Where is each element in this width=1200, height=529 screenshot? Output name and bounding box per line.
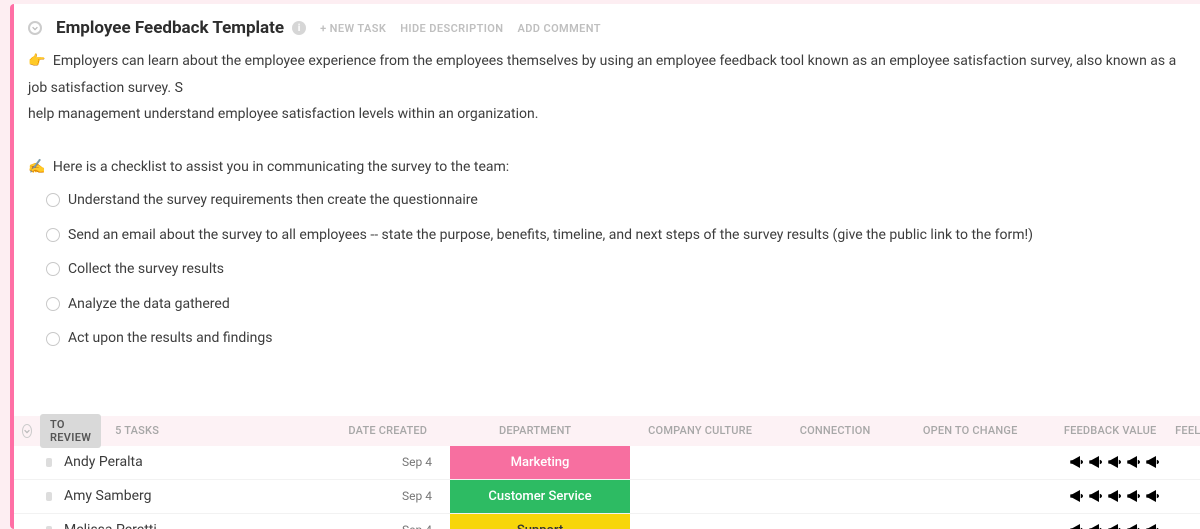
task-name[interactable]: Andy Peralta — [52, 454, 350, 470]
megaphone-icon — [1125, 487, 1143, 505]
checkbox-icon[interactable] — [46, 262, 60, 276]
checklist: Understand the survey requirements then … — [28, 181, 1182, 356]
col-open-to-change[interactable]: OPEN TO CHANGE — [895, 424, 1045, 437]
new-task-button[interactable]: + NEW TASK — [320, 22, 386, 35]
add-comment-button[interactable]: ADD COMMENT — [517, 22, 600, 35]
table-row[interactable]: Amy SambergSep 4Customer Service — [14, 480, 1200, 514]
megaphone-icon — [1144, 453, 1162, 471]
checkbox-icon[interactable] — [46, 228, 60, 242]
megaphone-icon — [1125, 521, 1143, 529]
checklist-item-label: Send an email about the survey to all em… — [68, 222, 1033, 249]
description-block: 👉 Employers can learn about the employee… — [14, 44, 1200, 366]
collapse-toggle[interactable] — [28, 21, 42, 35]
col-date-created[interactable]: DATE CREATED — [345, 424, 445, 437]
checklist-item-label: Understand the survey requirements then … — [68, 187, 478, 214]
megaphone-icon — [1087, 521, 1105, 529]
feedback-value-cell[interactable] — [1050, 487, 1180, 505]
megaphone-icon — [1087, 487, 1105, 505]
table-body: Andy PeraltaSep 4MarketingAmy SambergSep… — [14, 446, 1200, 529]
task-name[interactable]: Amy Samberg — [52, 488, 350, 504]
megaphone-icon — [1106, 453, 1124, 471]
megaphone-icon — [1087, 453, 1105, 471]
writing-hand-icon: ✍️ — [28, 159, 45, 175]
megaphone-icon — [1106, 487, 1124, 505]
checklist-item[interactable]: Collect the survey results — [46, 252, 1182, 287]
table-header-row: TO REVIEW 5 TASKS DATE CREATED DEPARTMEN… — [14, 416, 1200, 446]
table-row[interactable]: Andy PeraltaSep 4Marketing — [14, 446, 1200, 480]
checklist-item[interactable]: Send an email about the survey to all em… — [46, 218, 1182, 253]
page-title: Employee Feedback Template — [56, 18, 284, 38]
col-connection[interactable]: CONNECTION — [775, 424, 895, 437]
description-intro-2: help management understand employee sati… — [28, 101, 1182, 128]
checklist-item[interactable]: Act upon the results and findings — [46, 321, 1182, 356]
col-company-culture[interactable]: COMPANY CULTURE — [625, 424, 775, 437]
megaphone-icon — [1106, 521, 1124, 529]
megaphone-icon — [1144, 521, 1162, 529]
checklist-item-label: Collect the survey results — [68, 256, 224, 283]
checklist-item-label: Act upon the results and findings — [68, 325, 272, 352]
megaphone-icon — [1068, 487, 1086, 505]
date-created-cell: Sep 4 — [350, 523, 450, 529]
checklist-item[interactable]: Understand the survey requirements then … — [46, 183, 1182, 218]
tasks-count: 5 TASKS — [115, 424, 345, 437]
table-row[interactable]: Melissa PerettiSep 4Support — [14, 514, 1200, 529]
department-cell[interactable]: Marketing — [450, 446, 630, 479]
col-department[interactable]: DEPARTMENT — [445, 424, 625, 437]
checkbox-icon[interactable] — [46, 332, 60, 346]
list-header: Employee Feedback Template i + NEW TASK … — [14, 4, 1200, 44]
status-pill[interactable]: TO REVIEW — [40, 414, 101, 448]
feedback-value-cell[interactable] — [1050, 521, 1180, 529]
checklist-item-label: Analyze the data gathered — [68, 291, 230, 318]
description-intro-1: Employers can learn about the employee e… — [28, 53, 1176, 96]
department-cell[interactable]: Support — [450, 514, 630, 529]
col-feedback-value[interactable]: FEEDBACK VALUE — [1045, 424, 1175, 437]
info-icon[interactable]: i — [292, 21, 306, 35]
checklist-item[interactable]: Analyze the data gathered — [46, 287, 1182, 322]
checkbox-icon[interactable] — [46, 297, 60, 311]
status-collapse-toggle[interactable] — [22, 424, 32, 438]
pointing-hand-icon: 👉 — [28, 53, 45, 69]
checklist-intro: Here is a checklist to assist you in com… — [53, 159, 509, 175]
megaphone-icon — [1068, 521, 1086, 529]
checkbox-icon[interactable] — [46, 193, 60, 207]
megaphone-icon — [1068, 453, 1086, 471]
col-feel-valued[interactable]: FEEL VALUED — [1175, 424, 1200, 437]
task-name[interactable]: Melissa Peretti — [52, 522, 350, 529]
department-cell[interactable]: Customer Service — [450, 480, 630, 513]
date-created-cell: Sep 4 — [350, 489, 450, 503]
hide-description-button[interactable]: HIDE DESCRIPTION — [400, 22, 503, 35]
sheet: Employee Feedback Template i + NEW TASK … — [10, 4, 1200, 529]
megaphone-icon — [1125, 453, 1143, 471]
feedback-value-cell[interactable] — [1050, 453, 1180, 471]
date-created-cell: Sep 4 — [350, 455, 450, 469]
megaphone-icon — [1144, 487, 1162, 505]
